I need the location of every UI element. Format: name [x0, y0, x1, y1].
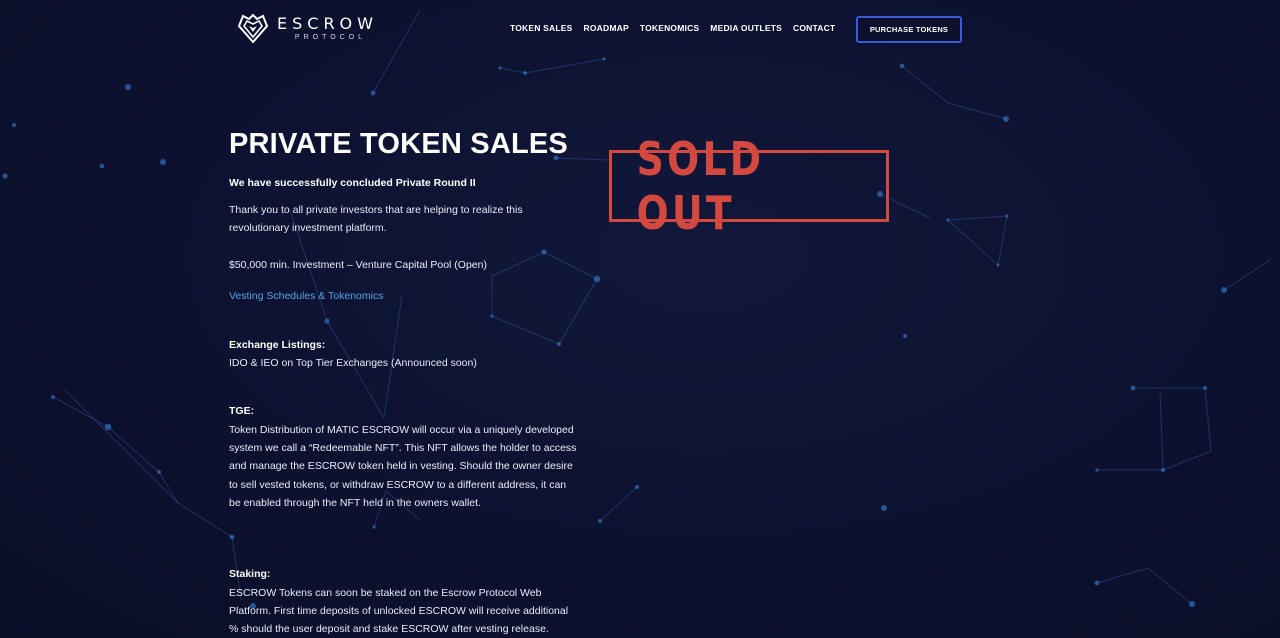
brand-subtitle: PROTOCOL — [294, 33, 367, 41]
escrow-shield-icon — [237, 13, 269, 43]
network-background — [2, 9, 1271, 609]
exchange-listings-text: IDO & IEO on Top Tier Exchanges (Announc… — [229, 357, 477, 370]
tge-line: to sell vested tokens, or withdraw ESCRO… — [229, 478, 567, 491]
nav-media-outlets[interactable]: MEDIA OUTLETS — [710, 23, 782, 33]
sold-out-stamp: SOLD OUT — [609, 132, 889, 240]
exchange-listings-label: Exchange Listings: — [229, 338, 326, 351]
nav-roadmap[interactable]: ROADMAP — [584, 23, 629, 33]
sold-out-text: SOLD OUT — [636, 132, 765, 240]
nav-tokenomics[interactable]: TOKENOMICS — [640, 23, 699, 33]
staking-line: % should the user deposit and stake ESCR… — [229, 623, 549, 636]
nav-token-sales[interactable]: TOKEN SALES — [510, 23, 573, 33]
thanks-line-1: Thank you to all private investors that … — [229, 204, 523, 216]
vesting-schedules-link[interactable]: Vesting Schedules & Tokenomics — [229, 290, 383, 302]
tge-line: Token Distribution of MATIC ESCROW will … — [229, 423, 574, 436]
staking-line: Platform. First time deposits of unlocke… — [229, 604, 569, 617]
tge-line: and manage the ESCROW token held in vest… — [229, 460, 573, 473]
purchase-tokens-button[interactable]: PURCHASE TOKENS — [856, 16, 962, 43]
page: ESCROW PROTOCOL TOKEN SALES ROADMAP TOKE… — [0, 0, 1280, 638]
escrow-logo[interactable]: ESCROW PROTOCOL — [237, 13, 378, 43]
tge-line: system we call a “Redeemable NFT”. This … — [229, 442, 577, 455]
nav-contact[interactable]: CONTACT — [793, 23, 835, 33]
staking-label: Staking: — [229, 568, 271, 581]
round-announcement: We have successfully concluded Private R… — [229, 177, 476, 189]
tge-line: be enabled through the NFT held in the o… — [229, 496, 481, 509]
page-title: PRIVATE TOKEN SALES — [229, 128, 568, 160]
main-nav: TOKEN SALES ROADMAP TOKENOMICS MEDIA OUT… — [510, 23, 835, 33]
main-content: PRIVATE TOKEN SALES We have successfully… — [229, 124, 589, 638]
staking-line: ESCROW Tokens can soon be staked on the … — [229, 586, 542, 599]
thanks-line-2: revolutionary investment platform. — [229, 222, 387, 235]
brand-name: ESCROW — [277, 13, 378, 33]
tge-label: TGE: — [229, 405, 255, 418]
investment-text: $50,000 min. Investment – Venture Capita… — [229, 258, 487, 271]
